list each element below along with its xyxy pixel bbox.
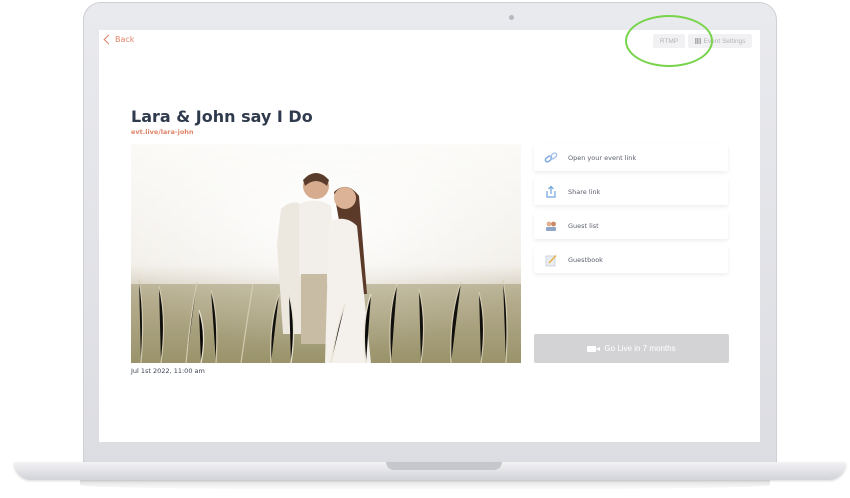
couple-photo-illustration (131, 144, 521, 363)
guestbook-card[interactable]: Guestbook (534, 246, 728, 273)
link-icon (543, 150, 559, 166)
open-event-link-card[interactable]: Open your event link (534, 144, 728, 171)
laptop-base (14, 462, 846, 480)
video-camera-icon (587, 345, 601, 352)
share-icon (543, 184, 559, 200)
guestbook-label: Guestbook (568, 255, 603, 264)
back-label: Back (115, 35, 135, 44)
open-event-link-label: Open your event link (568, 153, 637, 162)
event-photo (131, 144, 521, 363)
guest-list-label: Guest list (568, 221, 599, 230)
chevron-left-icon (103, 34, 114, 45)
go-live-label: Go Live in 7 months (604, 344, 676, 353)
rtmp-highlight-annotation (625, 15, 713, 67)
go-live-button[interactable]: Go Live in 7 months (534, 334, 729, 363)
laptop-shadow (80, 480, 770, 490)
guests-icon (543, 218, 559, 234)
event-date: Jul 1st 2022, 11:00 am (131, 367, 205, 375)
share-link-label: Share link (568, 187, 601, 196)
webcam-dot (509, 15, 514, 20)
laptop-notch (386, 462, 502, 470)
event-title: Lara & John say I Do (131, 107, 313, 126)
back-link[interactable]: Back (103, 34, 135, 45)
guest-list-card[interactable]: Guest list (534, 212, 728, 239)
share-link-card[interactable]: Share link (534, 178, 728, 205)
event-link[interactable]: evt.live/lara-john (131, 128, 194, 136)
guestbook-icon (543, 252, 559, 268)
app-screen: Back RTMP Event Settings Lara & John say… (99, 30, 760, 442)
